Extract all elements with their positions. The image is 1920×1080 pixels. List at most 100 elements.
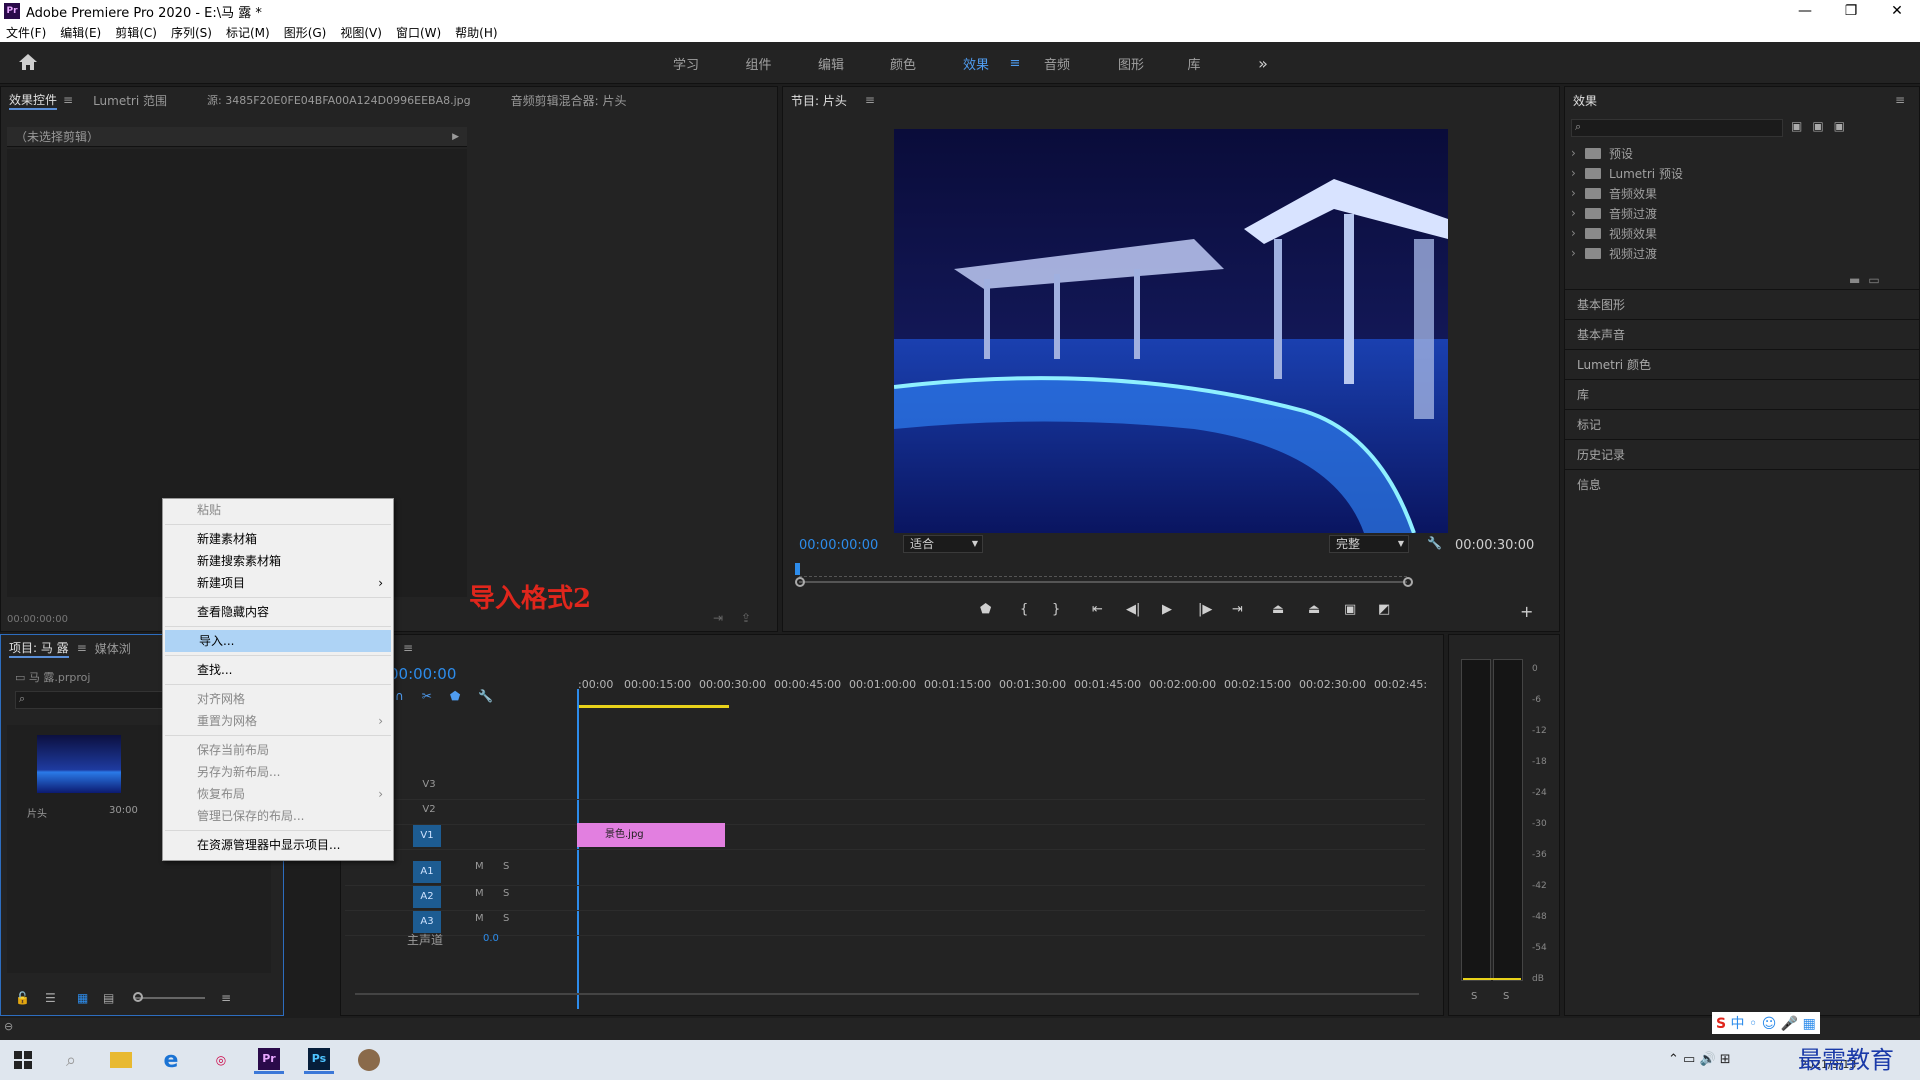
menu-window[interactable]: 窗口(W) (396, 24, 441, 41)
solo-button[interactable]: S (503, 913, 509, 924)
freeform-view-icon[interactable]: ▤ (103, 991, 114, 1005)
lift-icon[interactable]: ⏏ (1272, 602, 1284, 617)
workspace-menu-icon[interactable]: ≡ (1003, 56, 1027, 71)
restore-button[interactable]: ❐ (1828, 0, 1874, 22)
context-menu-item[interactable]: 新建搜索素材箱 (163, 550, 393, 572)
track-label[interactable]: A1 (413, 861, 441, 883)
fit-dropdown[interactable]: 适合 ▼ (903, 535, 983, 553)
go-to-out-icon[interactable]: ⇥ (1232, 602, 1243, 617)
panel-essential-sound[interactable]: 基本声音 (1565, 319, 1920, 349)
user-avatar-icon[interactable] (354, 1046, 384, 1074)
premiere-taskbar-icon[interactable]: Pr (254, 1046, 284, 1074)
quality-dropdown[interactable]: 完整 ▼ (1329, 535, 1409, 553)
program-playhead[interactable] (795, 563, 800, 575)
context-menu-item[interactable]: 查看隐藏内容 (163, 601, 393, 623)
mute-button[interactable]: M (475, 913, 484, 924)
menu-graphics[interactable]: 图形(G) (284, 24, 327, 41)
workspace-color[interactable]: 颜色 (857, 54, 949, 73)
effects-title[interactable]: 效果 (1573, 92, 1597, 109)
go-to-in-icon[interactable]: ⇤ (1092, 602, 1103, 617)
context-menu-item[interactable]: 导入... (165, 630, 391, 652)
timeline-clip[interactable]: 景色.jpg (577, 823, 725, 847)
effect-folder-lumetri-presets[interactable]: › Lumetri 预设 (1565, 163, 1920, 183)
work-area-bar[interactable] (579, 705, 729, 708)
export-frame-icon[interactable]: ⇪ (741, 611, 751, 625)
zoom-handle-right[interactable] (1403, 577, 1413, 587)
timeline-tool-icons[interactable]: ∩✂⬟🔧 (395, 689, 511, 703)
zoom-handle-left[interactable] (795, 577, 805, 587)
thumbnail-zoom-slider[interactable] (135, 997, 205, 999)
workspace-learn[interactable]: 学习 (660, 54, 712, 73)
track-label[interactable]: V1 (413, 825, 441, 847)
program-title[interactable]: 节目: 片头 (791, 92, 847, 109)
menu-view[interactable]: 视图(V) (340, 24, 382, 41)
panel-markers[interactable]: 标记 (1565, 409, 1920, 439)
program-menu-icon[interactable]: ≡ (865, 93, 875, 107)
panel-history[interactable]: 历史记录 (1565, 439, 1920, 469)
menu-file[interactable]: 文件(F) (6, 24, 46, 41)
tab-audio-clip-mixer[interactable]: 音频剪辑混合器: 片头 (511, 92, 627, 109)
file-explorer-icon[interactable] (106, 1046, 136, 1074)
track-label[interactable]: A2 (413, 886, 441, 908)
workspace-editing[interactable]: 编辑 (805, 54, 857, 73)
clip-thumbnail[interactable] (37, 735, 121, 793)
app-icon[interactable]: ◎ (206, 1046, 236, 1074)
workspace-graphics[interactable]: 图形 (1087, 54, 1175, 73)
close-button[interactable]: ✕ (1874, 0, 1920, 22)
track-label[interactable]: V2 (417, 800, 441, 820)
zoom-slider-handle[interactable] (133, 992, 143, 1002)
workspace-overflow-icon[interactable]: » (1213, 54, 1313, 73)
workspace-libraries[interactable]: 库 (1175, 54, 1213, 73)
comparison-view-icon[interactable]: ◩ (1378, 602, 1390, 617)
effects-filter-icons[interactable]: ▣▣▣ (1791, 119, 1855, 133)
tab-lumetri-scopes[interactable]: Lumetri 范围 (93, 92, 167, 109)
insert-icon[interactable]: ⇥ (713, 611, 723, 625)
context-menu-item[interactable]: 新建项目 › (163, 572, 393, 594)
context-menu-item[interactable]: 查找... (163, 659, 393, 681)
ime-toolbar[interactable]: S 中 ◦ ☺ 🎤 ▦ (1712, 1012, 1820, 1034)
mute-button[interactable]: M (475, 861, 484, 872)
tab-project[interactable]: 项目: 马 露 (9, 639, 69, 658)
photoshop-icon[interactable]: Ps (304, 1046, 334, 1074)
effect-folder-audio-effects[interactable]: › 音频效果 (1565, 183, 1920, 203)
solo-button[interactable]: S (503, 861, 509, 872)
panel-libraries[interactable]: 库 (1565, 379, 1920, 409)
panel-lumetri-color[interactable]: Lumetri 颜色 (1565, 349, 1920, 379)
effect-folder-audio-transitions[interactable]: › 音频过渡 (1565, 203, 1920, 223)
menu-sequence[interactable]: 序列(S) (171, 24, 212, 41)
new-bin-delete-icons[interactable]: ▬▭ (1849, 273, 1888, 287)
tab-source[interactable]: 源: 3485F20E0FE04BFA00A124D0996EEBA8.jpg (207, 92, 471, 108)
effect-folder-video-transitions[interactable]: › 视频过渡 (1565, 243, 1920, 263)
timeline-h-scrollbar[interactable] (355, 993, 1419, 995)
menu-clip[interactable]: 剪辑(C) (115, 24, 157, 41)
program-playhead-timecode[interactable]: 00:00:00:00 (799, 538, 878, 553)
mute-button[interactable]: M (475, 888, 484, 899)
windows-start-icon[interactable] (8, 1046, 38, 1074)
icon-view-icon[interactable]: ▦ (77, 991, 88, 1005)
minimize-button[interactable]: — (1782, 0, 1828, 22)
meter-solo-right[interactable]: S (1503, 991, 1509, 1002)
search-icon[interactable]: ⌕ (56, 1046, 86, 1074)
extract-icon[interactable]: ⏏ (1308, 602, 1320, 617)
sort-icon[interactable]: ≡ (221, 991, 231, 1005)
menu-edit[interactable]: 编辑(E) (60, 24, 101, 41)
menu-help[interactable]: 帮助(H) (455, 24, 497, 41)
meter-solo-left[interactable]: S (1471, 991, 1477, 1002)
play-triangle-icon[interactable]: ▶ (452, 127, 459, 147)
panel-info[interactable]: 信息 (1565, 469, 1920, 499)
effects-search-input[interactable]: ⌕ (1571, 119, 1783, 137)
effect-folder-presets[interactable]: › 预设 (1565, 143, 1920, 163)
timeline-menu-icon[interactable]: ≡ (403, 641, 413, 655)
lock-icon[interactable]: 🔓 (15, 991, 30, 1005)
step-forward-icon[interactable]: |▶ (1198, 602, 1212, 617)
edge-icon[interactable]: e (156, 1046, 186, 1074)
workspace-audio[interactable]: 音频 (1027, 54, 1087, 73)
project-search-input[interactable]: ⌕ (15, 691, 165, 709)
play-icon[interactable]: ▶ (1162, 602, 1172, 617)
zoom-scrollbar[interactable] (799, 581, 1407, 583)
home-icon[interactable] (18, 53, 38, 71)
solo-button[interactable]: S (503, 888, 509, 899)
tray-icons[interactable]: ⌃ ▭ 🔊 ⊞ (1668, 1052, 1731, 1067)
mark-in-icon[interactable]: { (1020, 602, 1028, 617)
mark-out-icon[interactable]: } (1052, 602, 1060, 617)
